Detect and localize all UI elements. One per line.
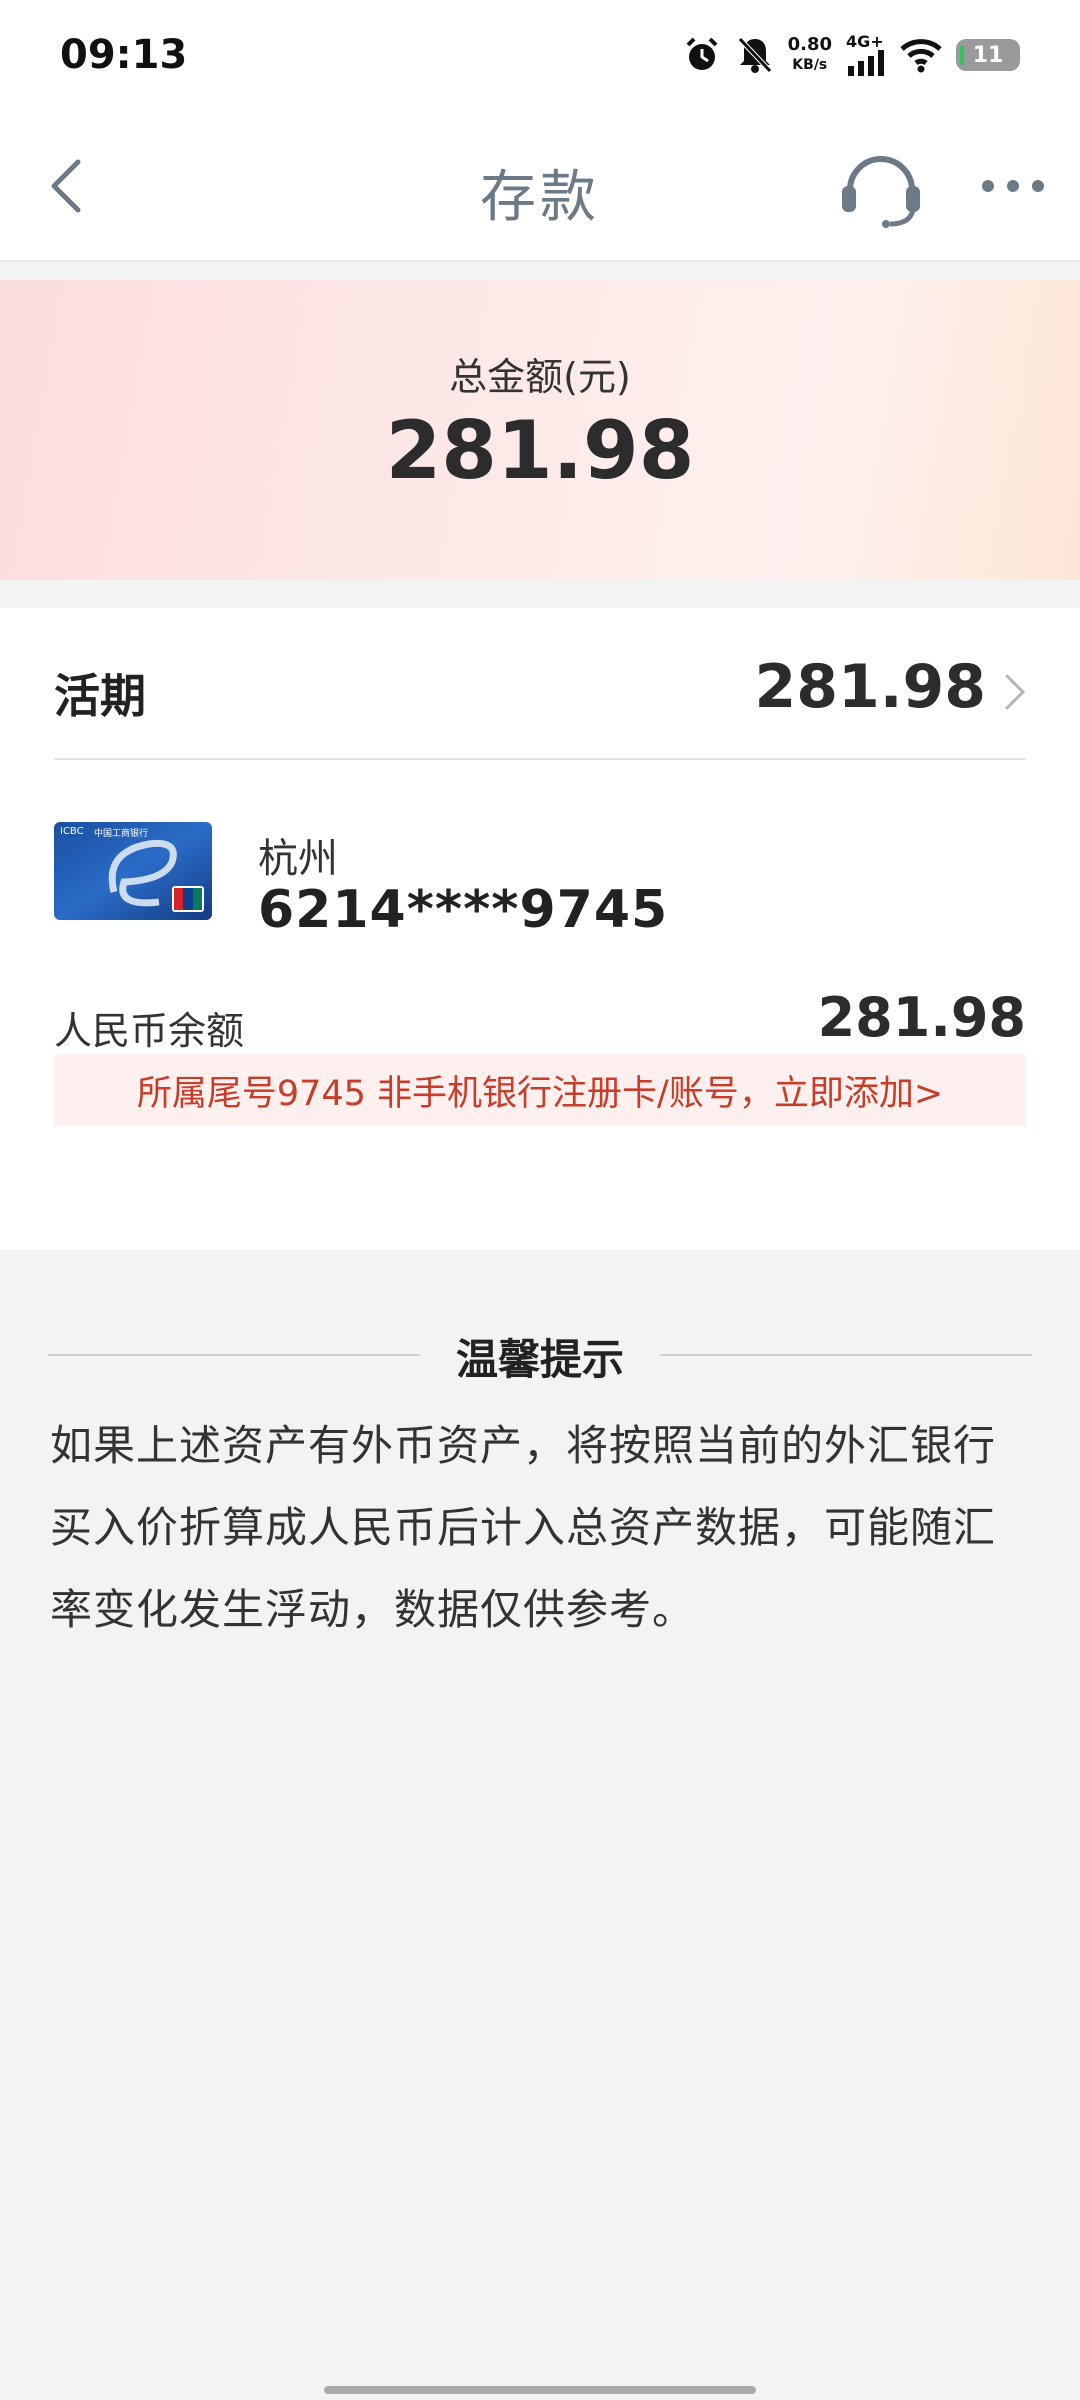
network-type: 4G+ [846,32,884,51]
cellular-group: 4G+ [846,34,886,76]
chevron-right-icon [1005,674,1026,710]
network-speed: 0.80 KB/s [788,35,832,75]
more-button[interactable] [978,166,1048,206]
rmb-balance-label: 人民币余额 [54,1009,245,1053]
battery-level: 11 [972,42,1004,68]
tips-title: 温馨提示 [455,1335,624,1384]
rmb-balance-amount: 281.98 [817,986,1026,1049]
battery-icon: 11 [956,39,1020,71]
total-amount-value: 281.98 [385,404,695,497]
current-deposit-row[interactable]: 活期 281.98 [54,608,1026,760]
card-number: 6214****9745 [258,880,669,940]
card-city: 杭州 [258,836,338,882]
status-bar: 09:13 0.80 KB/s 4G+ 11 [0,0,1080,110]
tips-text: 如果上述资产有外币资产，将按照当前的外汇银行买入价折算成人民币后计入总资产数据，… [50,1421,997,1634]
bank-card-image: ICBC 中国工商银行 [54,822,212,920]
wifi-icon [900,39,942,73]
nav-bar: 存款 [0,110,1080,262]
card-bank-logo-text: ICBC [60,826,84,837]
current-deposit-amount: 281.98 [754,652,986,722]
account-section: 活期 281.98 ICBC 中国工商银行 杭州 6214****9745 人民… [0,608,1080,1250]
alarm-icon [686,37,717,70]
current-deposit-label: 活期 [54,669,146,723]
bell-muted-icon [737,37,772,73]
total-summary-banner: 总金额(元) 281.98 [0,280,1080,580]
divider-right [660,1354,1032,1356]
status-icons: 0.80 KB/s 4G+ 11 [682,34,1020,76]
speed-value: 0.80 [787,34,832,55]
tips-header: 温馨提示 [48,1320,1032,1390]
total-amount-label: 总金额(元) [449,355,631,399]
status-time: 09:13 [60,32,188,78]
home-indicator[interactable] [324,2386,756,2394]
card-bank-name-text: 中国工商银行 [94,829,149,839]
add-card-notice-link[interactable]: 所属尾号9745 非手机银行注册卡/账号，立即添加> [54,1054,1026,1126]
customer-service-button[interactable] [838,148,924,228]
speed-unit: KB/s [792,57,828,73]
signal-icon [848,50,884,76]
